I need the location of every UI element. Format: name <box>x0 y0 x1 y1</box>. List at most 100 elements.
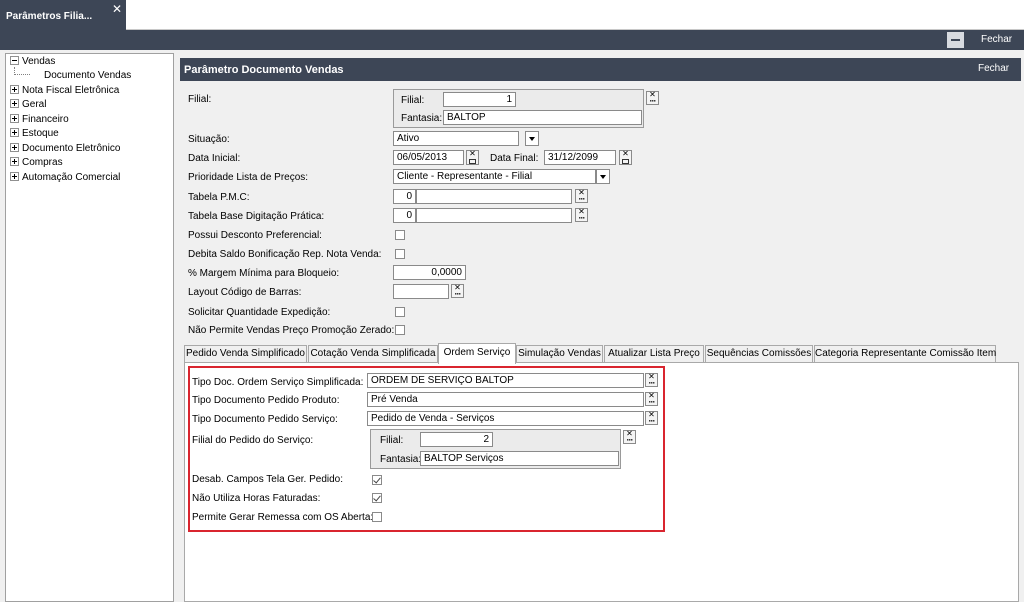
calendar-icon[interactable]: ✕ <box>619 149 632 165</box>
layout-lookup-icon[interactable]: ✕ ··· <box>451 283 464 299</box>
tree-connector <box>14 67 30 75</box>
tabela-base-desc-input <box>416 208 572 223</box>
document-tab[interactable]: Parâmetros Filia... ✕ <box>0 0 126 30</box>
prioridade-select[interactable]: Cliente - Representante - Filial <box>393 169 596 184</box>
document-tab-title: Parâmetros Filia... <box>6 11 93 22</box>
fantasia-input: BALTOP <box>443 110 642 125</box>
panel-title: Parâmetro Documento Vendas <box>184 64 344 76</box>
document-tab-strip <box>0 0 1024 30</box>
outer-close-button[interactable]: Fechar <box>981 34 1012 45</box>
tipo-doc-label: Tipo Doc. Ordem Serviço Simplificada: <box>192 377 364 388</box>
nao-permite-label: Não Permite Vendas Preço Promoção Zerado… <box>188 325 395 336</box>
tree-item-label: Documento Vendas <box>44 70 132 81</box>
data-final-input[interactable]: 31/12/2099 <box>544 150 616 165</box>
tipo-servico-input[interactable]: Pedido de Venda - Serviços <box>367 411 644 426</box>
data-inicial-input[interactable]: 06/05/2013 <box>393 150 464 165</box>
calendar-icon[interactable]: ✕ <box>466 149 479 165</box>
tab-cotacao-venda-simplificada[interactable]: Cotação Venda Simplificada <box>308 345 438 363</box>
tree-item-documento-eletronico[interactable]: Documento Eletrônico <box>10 142 120 155</box>
filial-pedido-label: Filial do Pedido do Serviço: <box>192 435 314 446</box>
situacao-label: Situação: <box>188 134 230 145</box>
debita-saldo-checkbox[interactable] <box>395 249 405 259</box>
tab-simulacao-vendas[interactable]: Simulação Vendas <box>516 345 603 363</box>
navigation-tree: Vendas Documento Vendas Nota Fiscal Elet… <box>5 53 174 602</box>
data-final-label: Data Final: <box>490 153 539 164</box>
prioridade-label: Prioridade Lista de Preços: <box>188 172 309 183</box>
tree-item-documento-vendas[interactable]: Documento Vendas <box>44 69 131 82</box>
desab-checkbox[interactable] <box>372 475 382 485</box>
tabela-pmc-code-input[interactable]: 0 <box>393 189 416 204</box>
tabela-pmc-lookup-icon[interactable]: ✕ ··· <box>575 188 588 204</box>
fantasia-pedido-input: BALTOP Serviços <box>420 451 619 466</box>
tab-categoria-representante[interactable]: Categoria Representante Comissão Item <box>814 345 996 363</box>
tab-atualizar-lista-preco[interactable]: Atualizar Lista Preço <box>604 345 704 363</box>
tree-item-label: Compras <box>22 157 63 168</box>
expand-icon[interactable] <box>10 143 19 152</box>
collapse-icon[interactable] <box>10 56 19 65</box>
tipo-produto-lookup-icon[interactable]: ✕ ··· <box>645 391 658 407</box>
chevron-down-icon[interactable] <box>596 169 610 184</box>
close-icon[interactable]: ✕ <box>112 3 122 15</box>
tree-item-financeiro[interactable]: Financeiro <box>10 113 69 126</box>
tree-item-automacao-comercial[interactable]: Automação Comercial <box>10 171 120 184</box>
tree-item-label: Financeiro <box>22 114 69 125</box>
tree-item-nota-fiscal[interactable]: Nota Fiscal Eletrônica <box>10 84 119 97</box>
desconto-pref-checkbox[interactable] <box>395 230 405 240</box>
panel-close-button[interactable]: Fechar <box>978 63 1009 74</box>
situacao-select[interactable]: Ativo <box>393 131 519 146</box>
fantasia-label: Fantasia: <box>380 454 422 465</box>
margem-input[interactable]: 0,0000 <box>393 265 466 280</box>
tipo-produto-label: Tipo Documento Pedido Produto: <box>192 395 340 406</box>
tipo-doc-input[interactable]: ORDEM DE SERVIÇO BALTOP <box>367 373 644 388</box>
debita-saldo-label: Debita Saldo Bonificação Rep. Nota Venda… <box>188 249 382 260</box>
filial-sub-label: Filial: <box>401 95 425 106</box>
tabela-base-code-input[interactable]: 0 <box>393 208 416 223</box>
tabela-pmc-desc-input <box>416 189 572 204</box>
chevron-down-icon[interactable] <box>525 131 539 146</box>
tabela-base-label: Tabela Base Digitação Prática: <box>188 211 325 222</box>
tipo-servico-lookup-icon[interactable]: ✕ ··· <box>645 410 658 426</box>
tab-bar: Pedido Venda Simplificado Cotação Venda … <box>184 343 996 364</box>
tree-item-label: Vendas <box>22 56 56 67</box>
desconto-pref-label: Possui Desconto Preferencial: <box>188 230 322 241</box>
tabela-base-lookup-icon[interactable]: ✕ ··· <box>575 207 588 223</box>
tree-item-geral[interactable]: Geral <box>10 98 46 111</box>
tree-item-label: Automação Comercial <box>22 172 121 183</box>
layout-label: Layout Código de Barras: <box>188 287 302 298</box>
tab-ordem-servico[interactable]: Ordem Serviço <box>438 343 516 364</box>
tree-item-label: Geral <box>22 99 47 110</box>
minimize-icon[interactable] <box>947 32 964 48</box>
expand-icon[interactable] <box>10 172 19 181</box>
expand-icon[interactable] <box>10 99 19 108</box>
horas-checkbox[interactable] <box>372 493 382 503</box>
data-inicial-label: Data Inicial: <box>188 153 241 164</box>
expand-icon[interactable] <box>10 114 19 123</box>
solicitar-checkbox[interactable] <box>395 307 405 317</box>
tipo-doc-lookup-icon[interactable]: ✕ ··· <box>645 372 658 388</box>
tree-item-label: Estoque <box>22 128 59 139</box>
tree-item-compras[interactable]: Compras <box>10 156 63 169</box>
filial-label: Filial: <box>188 94 212 105</box>
filial-pedido-lookup-icon[interactable]: ✕ ··· <box>623 429 636 445</box>
nao-permite-checkbox[interactable] <box>395 325 405 335</box>
filial-lookup-icon[interactable]: ✕ ··· <box>646 90 659 106</box>
filial-input[interactable]: 1 <box>443 92 516 107</box>
tipo-produto-input[interactable]: Pré Venda <box>367 392 644 407</box>
remessa-checkbox[interactable] <box>372 512 382 522</box>
window-header: Fechar <box>0 30 1024 50</box>
tree-item-label: Documento Eletrônico <box>22 143 121 154</box>
tree-item-estoque[interactable]: Estoque <box>10 127 59 140</box>
filial-group: Filial: 1 Fantasia: BALTOP <box>393 89 644 128</box>
tab-pedido-venda-simplificado[interactable]: Pedido Venda Simplificado <box>184 345 307 363</box>
filial-pedido-group: Filial: 2 Fantasia: BALTOP Serviços <box>370 429 621 469</box>
margem-label: % Margem Mínima para Bloqueio: <box>188 268 340 279</box>
tab-sequencias-comissoes[interactable]: Sequências Comissões <box>705 345 813 363</box>
desab-label: Desab. Campos Tela Ger. Pedido: <box>192 474 344 485</box>
filial-sub-label: Filial: <box>380 435 404 446</box>
panel-header: Parâmetro Documento Vendas Fechar <box>180 58 1021 81</box>
expand-icon[interactable] <box>10 128 19 137</box>
expand-icon[interactable] <box>10 85 19 94</box>
expand-icon[interactable] <box>10 157 19 166</box>
layout-input[interactable] <box>393 284 449 299</box>
filial-pedido-input[interactable]: 2 <box>420 432 493 447</box>
